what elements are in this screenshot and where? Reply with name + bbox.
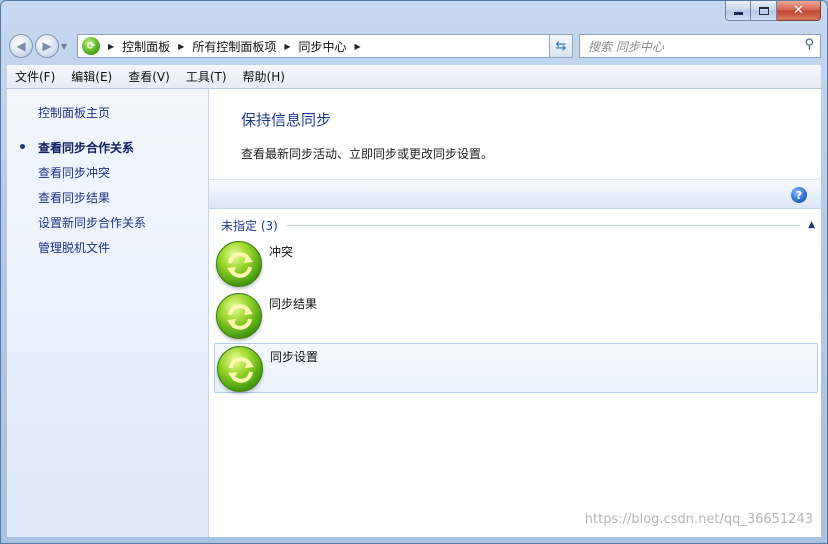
caption-buttons: ✕ [725, 1, 821, 21]
page-title: 保持信息同步 [241, 111, 332, 129]
task-pane: 控制面板主页 查看同步合作关系 查看同步冲突 查看同步结果 设置新同步合作关系 … [7, 89, 209, 537]
sidebar-item-offline-files[interactable]: 管理脱机文件 [38, 239, 110, 256]
back-arrow-icon: ◀ [16, 39, 26, 53]
breadcrumb-separator-icon[interactable]: ▶ [355, 42, 361, 51]
search-input[interactable]: 搜索 同步中心 ⚲ [579, 34, 821, 58]
window-frame: ✕ ◀ ▶ ▼ ⟳ ▶ 控制面板 ▶ 所有控制面板项 ▶ 同步中心 ▶ ▼ ⇆ … [0, 0, 828, 544]
active-bullet-icon [20, 144, 25, 149]
breadcrumb-item-all-items[interactable]: 所有控制面板项 [192, 38, 276, 55]
sync-icon [216, 241, 262, 287]
content-pane: 保持信息同步 查看最新同步活动、立即同步或更改同步设置。 ? 未指定 (3) ▲… [209, 89, 821, 537]
refresh-button[interactable]: ⇆ [549, 34, 573, 58]
list-item-sync-results[interactable]: 同步结果 [214, 291, 818, 341]
menu-file[interactable]: 文件(F) [7, 68, 63, 85]
sync-icon [217, 346, 263, 392]
breadcrumb-item-sync-center[interactable]: 同步中心 [299, 38, 347, 55]
sidebar-item-view-partnerships[interactable]: 查看同步合作关系 [38, 139, 134, 156]
menu-view[interactable]: 查看(V) [120, 68, 178, 85]
menu-help[interactable]: 帮助(H) [235, 68, 293, 85]
refresh-icon: ⇆ [555, 38, 567, 54]
list-item-sync-settings[interactable]: 同步设置 [214, 343, 818, 393]
sync-icon [216, 293, 262, 339]
breadcrumb: ▶ 控制面板 ▶ 所有控制面板项 ▶ 同步中心 ▶ [100, 38, 369, 55]
forward-arrow-icon: ▶ [42, 39, 52, 53]
navigation-bar: ◀ ▶ ▼ ⟳ ▶ 控制面板 ▶ 所有控制面板项 ▶ 同步中心 ▶ ▼ ⇆ 搜索… [9, 31, 821, 61]
menu-bar: 文件(F) 编辑(E) 查看(V) 工具(T) 帮助(H) [7, 65, 821, 89]
command-toolbar: ? [209, 179, 821, 209]
breadcrumb-separator-icon[interactable]: ▶ [108, 42, 114, 51]
recent-pages-dropdown[interactable]: ▼ [61, 42, 67, 51]
back-button[interactable]: ◀ [9, 34, 33, 58]
watermark: https://blog.csdn.net/qq_36651243 [584, 512, 813, 527]
sidebar-item-view-results[interactable]: 查看同步结果 [38, 189, 110, 206]
maximize-button[interactable] [751, 1, 777, 21]
control-panel-home-link[interactable]: 控制面板主页 [38, 104, 110, 121]
minimize-button[interactable] [725, 1, 751, 21]
address-bar[interactable]: ⟳ ▶ 控制面板 ▶ 所有控制面板项 ▶ 同步中心 ▶ ▼ [77, 34, 573, 58]
sidebar-item-new-partnership[interactable]: 设置新同步合作关系 [38, 214, 146, 231]
close-button[interactable]: ✕ [777, 1, 821, 21]
sync-center-icon: ⟳ [82, 37, 100, 55]
search-placeholder: 搜索 同步中心 [588, 39, 664, 54]
collapse-chevron-icon[interactable]: ▲ [808, 220, 815, 230]
breadcrumb-item-control-panel[interactable]: 控制面板 [122, 38, 170, 55]
menu-tools[interactable]: 工具(T) [178, 68, 235, 85]
minimize-icon [733, 12, 743, 15]
maximize-icon [758, 6, 769, 15]
menu-edit[interactable]: 编辑(E) [63, 68, 120, 85]
sidebar-item-view-conflicts[interactable]: 查看同步冲突 [38, 164, 110, 181]
list-item-conflicts[interactable]: 冲突 [214, 239, 818, 289]
help-icon[interactable]: ? [791, 187, 807, 203]
breadcrumb-separator-icon[interactable]: ▶ [178, 42, 184, 51]
group-header-unspecified[interactable]: 未指定 (3) ▲ [221, 217, 815, 233]
search-icon[interactable]: ⚲ [804, 37, 814, 52]
item-label: 冲突 [269, 245, 294, 259]
page-subtitle: 查看最新同步活动、立即同步或更改同步设置。 [241, 147, 494, 161]
forward-button[interactable]: ▶ [35, 34, 59, 58]
group-divider [285, 224, 801, 226]
close-icon: ✕ [793, 3, 804, 18]
item-label: 同步结果 [269, 297, 318, 311]
group-label: 未指定 (3) [221, 218, 278, 233]
item-label: 同步设置 [270, 350, 319, 364]
breadcrumb-separator-icon[interactable]: ▶ [284, 42, 290, 51]
